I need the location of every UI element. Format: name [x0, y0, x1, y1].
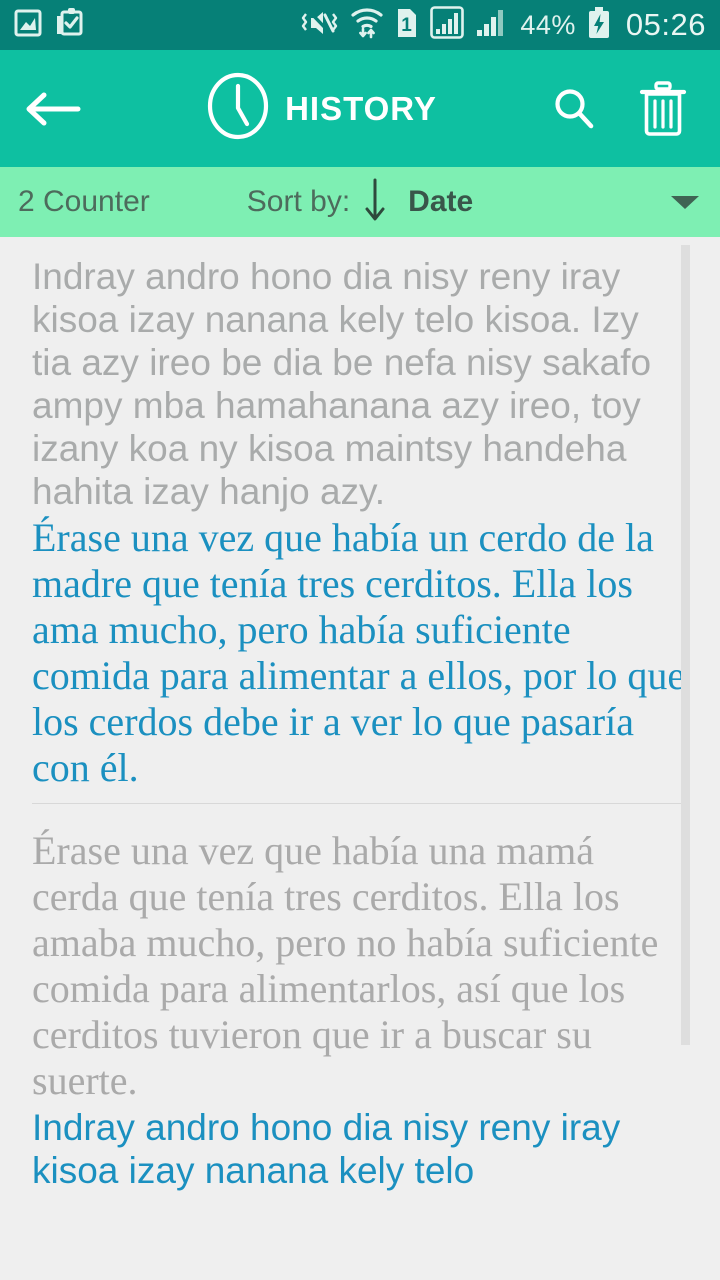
status-bar: 1 44% 05:26: [0, 0, 720, 50]
status-bar-right-icons: 1 44% 05:26: [299, 6, 706, 44]
history-source-text: Indray andro hono dia nisy reny iray kis…: [32, 256, 662, 512]
svg-text:1: 1: [402, 15, 413, 36]
search-button[interactable]: [550, 85, 598, 133]
history-translated-text: Érase una vez que había un cerdo de la m…: [32, 515, 696, 790]
page-title: HISTORY: [285, 89, 437, 127]
signal-bars-icon: [475, 6, 509, 44]
history-source-text: Érase una vez que había una mamá cerda q…: [32, 828, 669, 1103]
sort-dropdown-button[interactable]: [668, 190, 702, 214]
back-arrow-icon: [26, 92, 81, 125]
chevron-down-icon: [671, 196, 699, 209]
sim-1-icon: 1: [395, 7, 419, 44]
trash-icon: [639, 80, 687, 136]
toolbar-title-group: HISTORY: [94, 72, 550, 145]
sort-by-label: Sort by:: [246, 185, 351, 218]
scrollbar-thumb[interactable]: [681, 245, 690, 1045]
toolbar-actions: [550, 80, 698, 137]
app-toolbar: HISTORY: [0, 50, 720, 167]
status-bar-left-icons: [14, 7, 84, 44]
image-icon: [14, 8, 42, 43]
signal-boxed-icon: [430, 6, 465, 44]
history-translated-text: Indray andro hono dia nisy reny iray kis…: [32, 1107, 631, 1191]
battery-charging-icon: [587, 6, 611, 44]
clipboard-check-icon: [56, 7, 84, 44]
list-item[interactable]: Indray andro hono dia nisy reny iray kis…: [0, 237, 720, 803]
sort-direction-down-icon[interactable]: [362, 176, 388, 229]
counter-label: 2 Counter: [18, 185, 150, 218]
search-icon: [555, 88, 594, 128]
history-list[interactable]: Indray andro hono dia nisy reny iray kis…: [0, 237, 720, 1280]
wifi-transfer-icon: [350, 6, 384, 44]
app-screen: 1 44% 05:26 HISTORY 2 Counter Sort by: D…: [0, 0, 720, 1280]
delete-button[interactable]: [638, 80, 688, 137]
battery-percent-label: 44%: [520, 9, 576, 40]
sort-value-label: Date: [408, 185, 474, 218]
back-button[interactable]: [22, 88, 94, 130]
mute-vibrate-icon: [299, 7, 339, 44]
status-clock: 05:26: [625, 7, 706, 42]
sort-bar: 2 Counter Sort by: Date: [0, 167, 720, 237]
list-item[interactable]: Érase una vez que había una mamá cerda q…: [0, 804, 720, 1192]
clock-icon: [207, 72, 269, 145]
